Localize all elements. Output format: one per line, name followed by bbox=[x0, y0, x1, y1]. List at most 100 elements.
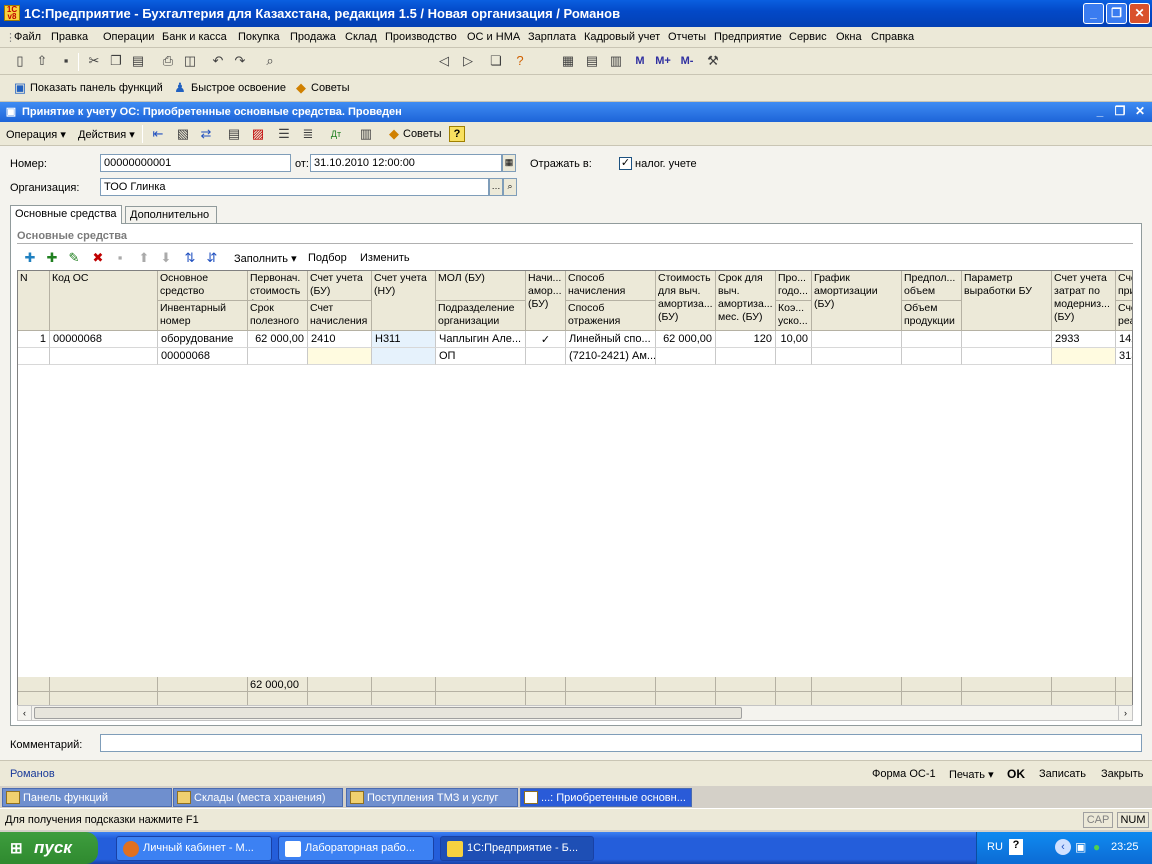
table-cell-account-nu[interactable]: Н311 bbox=[372, 331, 436, 348]
col-header-method[interactable]: Способ начисления bbox=[566, 271, 656, 301]
menu-bank[interactable]: Банк и касса bbox=[162, 31, 227, 43]
task-word[interactable]: Лабораторная рабо... bbox=[278, 836, 434, 861]
doc-minimize-button[interactable]: _ bbox=[1092, 104, 1108, 118]
col-header-modern-account[interactable]: Счет учета затрат по модерниз... (БУ) bbox=[1052, 271, 1116, 331]
move-down-icon[interactable]: ⬇ bbox=[158, 250, 174, 266]
list-icon[interactable]: ≣ bbox=[300, 126, 316, 142]
wtab-acquired-assets[interactable]: ...: Приобретенные основн... bbox=[520, 788, 692, 807]
col-header-mol[interactable]: МОЛ (БУ) bbox=[436, 271, 526, 301]
wtab-function-panel[interactable]: Панель функций bbox=[2, 788, 172, 807]
col-subheader-sale-account[interactable]: Сче реа bbox=[1116, 301, 1132, 331]
menu-reports[interactable]: Отчеты bbox=[668, 31, 706, 43]
horizontal-scrollbar[interactable]: ‹ › bbox=[17, 705, 1133, 721]
menu-fixed-assets[interactable]: ОС и НМА bbox=[467, 31, 520, 43]
col-header-coef[interactable]: Про... годо... bbox=[776, 271, 812, 301]
menu-windows[interactable]: Окна bbox=[836, 31, 862, 43]
help-icon[interactable]: ? bbox=[449, 126, 465, 142]
table-cell-initial-cost[interactable]: 62 000,00 bbox=[248, 331, 308, 348]
menu-sales[interactable]: Продажа bbox=[290, 31, 336, 43]
actions-menu[interactable]: Действия ▾ bbox=[78, 128, 135, 141]
col-header-output-param[interactable]: Параметр выработки БУ bbox=[962, 271, 1052, 331]
menu-enterprise[interactable]: Предприятие bbox=[714, 31, 782, 43]
menu-help[interactable]: Справка bbox=[871, 31, 914, 43]
table-cell-output-param[interactable] bbox=[962, 331, 1052, 348]
table-cell-schedule-2[interactable] bbox=[812, 348, 902, 365]
table-cell-account-bu[interactable]: 2410 bbox=[308, 331, 372, 348]
calendar-icon[interactable]: ▤ bbox=[584, 53, 600, 69]
structure-icon[interactable]: ☰ bbox=[276, 126, 292, 142]
move-up-icon[interactable]: ⬆ bbox=[136, 250, 152, 266]
memory-icon[interactable]: M bbox=[632, 53, 648, 69]
find-prev-icon[interactable]: ◁ bbox=[436, 53, 452, 69]
menu-production[interactable]: Производство bbox=[385, 31, 457, 43]
menu-service[interactable]: Сервис bbox=[789, 31, 827, 43]
col-header-n[interactable]: N bbox=[18, 271, 50, 331]
table-cell-amort[interactable]: ✓ bbox=[526, 331, 566, 348]
redo-icon[interactable]: ↷ bbox=[232, 53, 248, 69]
show-panel-button[interactable]: Показать панель функций bbox=[30, 82, 163, 94]
col-subheader-method[interactable]: Способ отражения bbox=[566, 301, 656, 331]
end-edit-icon[interactable]: ▪ bbox=[112, 250, 128, 266]
find-next-icon[interactable]: ▷ bbox=[460, 53, 476, 69]
col-subheader-initial-cost[interactable]: Срок полезного bbox=[248, 301, 308, 331]
col-subheader-mol[interactable]: Подразделение организации bbox=[436, 301, 526, 331]
post-icon[interactable]: ▤ bbox=[226, 126, 242, 142]
report-icon[interactable]: ▥ bbox=[358, 126, 374, 142]
restore-button[interactable]: ❐ bbox=[1106, 3, 1127, 24]
copy-icon[interactable]: ❐ bbox=[108, 53, 124, 69]
menu-edit[interactable]: Правка bbox=[51, 31, 88, 43]
table-cell-sale-account[interactable]: 142 bbox=[1116, 331, 1132, 348]
table-cell-account-nu-2[interactable] bbox=[372, 348, 436, 365]
organization-field[interactable]: ТОО Глинка bbox=[100, 178, 489, 196]
menu-operations[interactable]: Операции bbox=[103, 31, 154, 43]
col-header-asset-code[interactable]: Код ОС bbox=[50, 271, 158, 331]
new-document-icon[interactable]: ▯ bbox=[12, 53, 28, 69]
col-header-cost-amort[interactable]: Стоимость для выч. амортиза... (БУ) bbox=[656, 271, 716, 331]
menu-hr[interactable]: Кадровый учет bbox=[584, 31, 660, 43]
doc-restore-button[interactable]: ❐ bbox=[1112, 104, 1128, 118]
table-cell-sale-account-2[interactable]: 313 bbox=[1116, 348, 1132, 365]
copy-row-icon[interactable]: ✚ bbox=[44, 250, 60, 266]
table-cell-modern-account-2[interactable] bbox=[1052, 348, 1116, 365]
table-cell-asset[interactable]: оборудование bbox=[158, 331, 248, 348]
table-cell-volume-2[interactable] bbox=[902, 348, 962, 365]
col-header-sale-account[interactable]: Сче при bbox=[1116, 271, 1132, 301]
dt-kt-icon[interactable]: Дт bbox=[328, 126, 344, 142]
print-icon[interactable]: ⎙ bbox=[160, 53, 176, 69]
table-cell-schedule[interactable] bbox=[812, 331, 902, 348]
col-subheader-volume[interactable]: Объем продукции bbox=[902, 301, 962, 331]
task-1c[interactable]: 1С:Предприятие - Б... bbox=[440, 836, 594, 861]
table-cell-n[interactable]: 1 bbox=[18, 331, 50, 348]
tax-accounting-checkbox[interactable]: ✓ bbox=[619, 157, 632, 170]
paste-icon[interactable]: ▤ bbox=[130, 53, 146, 69]
table-cell-term-amort[interactable]: 120 bbox=[716, 331, 776, 348]
table-cell-asset-code[interactable]: 00000068 bbox=[50, 331, 158, 348]
number-field[interactable]: 00000000001 bbox=[100, 154, 291, 172]
move-icon[interactable]: ▧ bbox=[175, 126, 191, 142]
table-cell-modern-account[interactable]: 2933 bbox=[1052, 331, 1116, 348]
memory-plus-icon[interactable]: M+ bbox=[652, 53, 674, 69]
comment-field[interactable] bbox=[100, 734, 1142, 752]
save-button[interactable]: Записать bbox=[1039, 768, 1086, 780]
col-header-initial-cost[interactable]: Первонач. стоимость (БУ) bbox=[248, 271, 308, 301]
print-menu[interactable]: Печать ▾ bbox=[949, 768, 994, 781]
table-cell-cost-amort-2[interactable] bbox=[656, 348, 716, 365]
menu-salary[interactable]: Зарплата bbox=[528, 31, 576, 43]
table-cell-method[interactable]: Линейный спо... bbox=[566, 331, 656, 348]
wtab-warehouses[interactable]: Склады (места хранения) bbox=[173, 788, 343, 807]
windows-icon[interactable]: ❏ bbox=[488, 53, 504, 69]
close-button[interactable]: ✕ bbox=[1129, 3, 1150, 24]
table-cell-coef-2[interactable] bbox=[776, 348, 812, 365]
tray-expand-icon[interactable]: ‹ bbox=[1055, 839, 1071, 855]
doc-close-button[interactable]: ✕ bbox=[1132, 104, 1148, 118]
change-button[interactable]: Изменить bbox=[360, 252, 410, 264]
table-cell-cost-amort[interactable]: 62 000,00 bbox=[656, 331, 716, 348]
table-cell-asset-code-2[interactable] bbox=[50, 348, 158, 365]
refresh-icon[interactable]: ⇄ bbox=[198, 126, 214, 142]
help-1c-icon[interactable]: ? bbox=[512, 53, 528, 69]
operation-menu[interactable]: Операция ▾ bbox=[6, 128, 66, 141]
minimize-button[interactable]: _ bbox=[1083, 3, 1104, 24]
language-indicator[interactable]: RU bbox=[987, 841, 1003, 853]
undo-icon[interactable]: ↶ bbox=[210, 53, 226, 69]
sort-asc-icon[interactable]: ⇅ bbox=[182, 250, 198, 266]
